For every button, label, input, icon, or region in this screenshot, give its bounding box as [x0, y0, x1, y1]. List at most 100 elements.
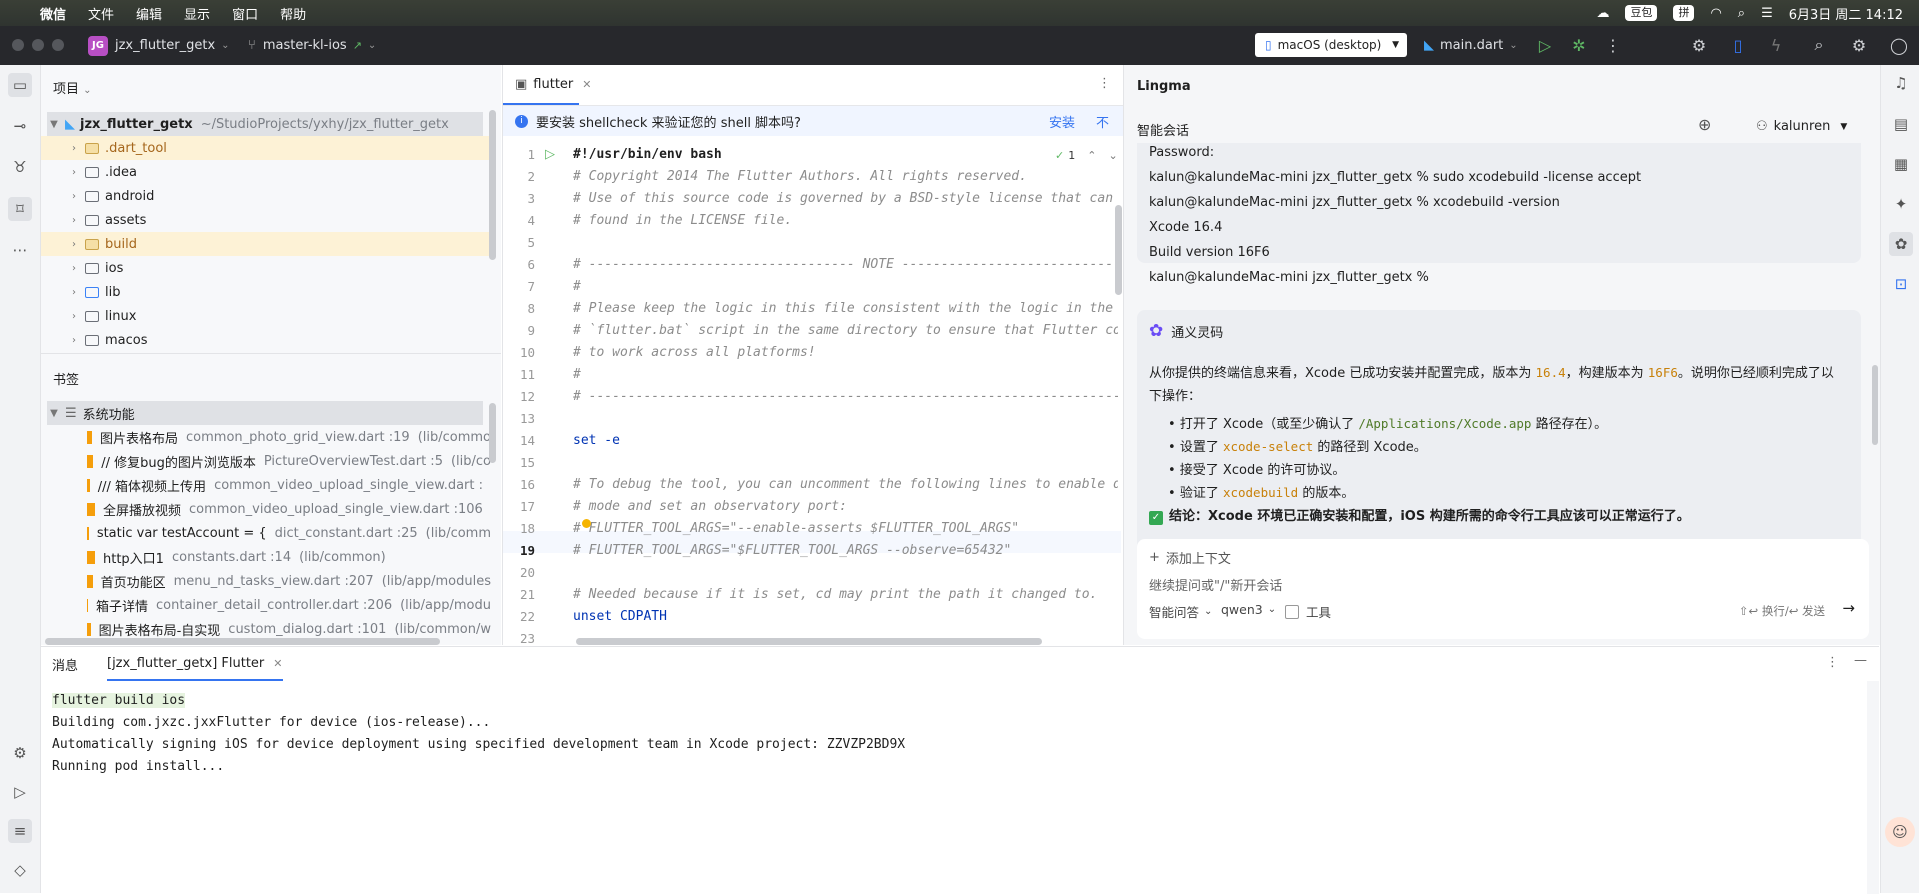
run-gutter-icon[interactable]: ▷: [545, 147, 555, 162]
window-close-button[interactable]: [12, 39, 24, 51]
project-switcher[interactable]: JG jzx_flutter_getx ⌄: [88, 26, 230, 65]
messages-icon[interactable]: ≡: [8, 819, 32, 843]
console-scroll-track[interactable]: [1867, 681, 1879, 894]
line-number[interactable]: 23: [503, 631, 535, 646]
inspector-icon[interactable]: ⊡: [1889, 272, 1913, 296]
tree-item-macos[interactable]: › macos: [41, 328, 491, 352]
code-line[interactable]: # `flutter.bat` script in the same direc…: [573, 323, 1118, 338]
line-number[interactable]: 6: [503, 257, 535, 272]
chevron-right-icon[interactable]: ›: [67, 143, 81, 154]
line-number[interactable]: 10: [503, 345, 535, 360]
line-number[interactable]: 7: [503, 279, 535, 294]
bookmark-item[interactable]: static var testAccount = {dict_constant.…: [41, 521, 491, 545]
minimize-panel-icon[interactable]: —: [1854, 653, 1867, 668]
bookmarks-hscrollbar[interactable]: [45, 638, 440, 645]
line-number[interactable]: 2: [503, 169, 535, 184]
wifi-icon[interactable]: ◠: [1710, 6, 1721, 21]
code-line[interactable]: # Needed because if it is set, cd may pr…: [573, 587, 1118, 602]
flutter-outline-icon[interactable]: ▤: [1889, 112, 1913, 136]
device-selector[interactable]: ▯ macOS (desktop) ▼: [1255, 33, 1407, 57]
tree-item-lib[interactable]: › lib: [41, 280, 491, 304]
chevron-up-icon[interactable]: ⌃: [1087, 149, 1096, 162]
tree-item-dart-tool[interactable]: › .dart_tool: [41, 136, 489, 160]
code-line[interactable]: unset CDPATH: [573, 609, 1118, 624]
model-selector[interactable]: qwen3 ⌄: [1221, 602, 1276, 617]
send-arrow-icon[interactable]: →: [1842, 599, 1855, 617]
wechat-status-icon[interactable]: ☁: [1596, 6, 1609, 21]
more-vertical-icon[interactable]: ⋮: [1602, 34, 1624, 56]
project-scrollbar[interactable]: [489, 110, 496, 260]
flutter-inspector-icon[interactable]: ⚙: [1688, 34, 1710, 56]
lingma-icon[interactable]: ✿: [1889, 232, 1913, 256]
line-number[interactable]: 17: [503, 499, 535, 514]
search-icon[interactable]: ⌕: [1808, 34, 1830, 56]
code-line[interactable]: # mode and set an observatory port:: [573, 499, 1118, 514]
bookmark-item[interactable]: 图片表格布局 common_photo_grid_view.dart :19 (li…: [41, 425, 491, 449]
pull-requests-icon[interactable]: ♉: [8, 155, 32, 179]
code-line[interactable]: # --------------------------------------…: [573, 389, 1118, 404]
code-line[interactable]: #: [573, 367, 1118, 382]
terminal-icon[interactable]: ⚙: [8, 741, 32, 765]
ai-assistant-icon[interactable]: ✦: [1889, 192, 1913, 216]
editor-hscrollbar[interactable]: [576, 638, 1042, 645]
line-number[interactable]: 18: [503, 521, 535, 536]
branch-switcher[interactable]: ⑂ master-kl-ios ↗ ⌄: [248, 26, 376, 65]
tree-item-android[interactable]: › android: [41, 184, 491, 208]
tab-run-flutter[interactable]: [jzx_flutter_getx] Flutter ✕: [107, 647, 283, 681]
database-icon[interactable]: ▦: [1889, 152, 1913, 176]
tab-messages[interactable]: 消息: [52, 647, 78, 681]
chevron-right-icon[interactable]: ›: [67, 239, 81, 250]
menu-view[interactable]: 显示: [184, 4, 210, 23]
bookmarks-scrollbar[interactable]: [489, 403, 496, 463]
chevron-down-icon[interactable]: ▼: [47, 119, 61, 130]
line-number[interactable]: 1: [503, 147, 535, 162]
chevron-right-icon[interactable]: ›: [67, 191, 81, 202]
project-folder-icon[interactable]: ▭: [8, 73, 32, 97]
code-line[interactable]: # To debug the tool, you can uncomment t…: [573, 477, 1118, 492]
bookmarks-icon[interactable]: ⌑: [8, 197, 32, 221]
tree-item-assets[interactable]: › assets: [41, 208, 491, 232]
chevron-right-icon[interactable]: ›: [67, 263, 81, 274]
hot-reload-icon[interactable]: ϟ: [1765, 34, 1787, 56]
clock[interactable]: 6月3日 周二 14:12: [1789, 4, 1903, 23]
line-number[interactable]: 19: [503, 543, 535, 558]
tree-item-linux[interactable]: › linux: [41, 304, 491, 328]
chevron-right-icon[interactable]: ›: [67, 167, 81, 178]
doubao-status-pill[interactable]: 豆包: [1625, 5, 1658, 21]
code-line[interactable]: # FLUTTER_TOOL_ARGS="$FLUTTER_TOOL_ARGS …: [573, 543, 1118, 558]
chevron-right-icon[interactable]: ›: [67, 287, 81, 298]
notifications-icon[interactable]: ♫: [1889, 71, 1913, 95]
checkbox[interactable]: [1285, 604, 1299, 619]
menu-edit[interactable]: 编辑: [136, 4, 162, 23]
menu-app-name[interactable]: 微信: [40, 4, 66, 23]
more-tools-icon[interactable]: ⋯: [8, 238, 32, 262]
tree-root[interactable]: ▼ ◣ jzx_flutter_getx ~/StudioProjects/yx…: [47, 112, 483, 136]
chevron-right-icon[interactable]: ›: [67, 335, 81, 346]
code-line[interactable]: # Please keep the logic in this file con…: [573, 301, 1118, 316]
problems-icon[interactable]: ◇: [8, 858, 32, 882]
bookmark-item[interactable]: 箱子详情 container_detail_controller.dart :20…: [41, 593, 491, 617]
code-line[interactable]: #!/usr/bin/env bash: [573, 147, 1118, 162]
tree-item-ios[interactable]: › ios: [41, 256, 491, 280]
editor-vscrollbar[interactable]: [1115, 205, 1122, 295]
add-context-button[interactable]: + 添加上下文: [1149, 548, 1231, 567]
line-number[interactable]: 11: [503, 367, 535, 382]
chevron-right-icon[interactable]: ›: [67, 311, 81, 322]
menu-help[interactable]: 帮助: [280, 4, 306, 23]
line-number[interactable]: 21: [503, 587, 535, 602]
code-line[interactable]: # ---------------------------------- NOT…: [573, 257, 1118, 272]
line-number[interactable]: 12: [503, 389, 535, 404]
new-chat-icon[interactable]: ⊕: [1698, 115, 1711, 134]
code-line[interactable]: # to work across all platforms!: [573, 345, 1118, 360]
tree-item-build[interactable]: › build: [41, 232, 489, 256]
mode-selector[interactable]: 智能问答 ⌄: [1149, 602, 1212, 621]
window-zoom-button[interactable]: [52, 39, 64, 51]
banner-install-link[interactable]: 安装: [1049, 112, 1075, 131]
bookmark-item[interactable]: http入口1 constants.dart :14 (lib/common): [41, 545, 491, 569]
code-line[interactable]: set -e: [573, 433, 1118, 448]
bookmark-item[interactable]: 全屏播放视频 common_video_upload_single_view.da…: [41, 497, 491, 521]
inspection-widget[interactable]: ✓ 1 ⌃ ⌄: [1055, 149, 1118, 162]
commit-icon[interactable]: ⊸: [8, 114, 32, 138]
device-manager-icon[interactable]: ▯: [1727, 34, 1749, 56]
chevron-down-icon[interactable]: ⌄: [1108, 149, 1117, 162]
